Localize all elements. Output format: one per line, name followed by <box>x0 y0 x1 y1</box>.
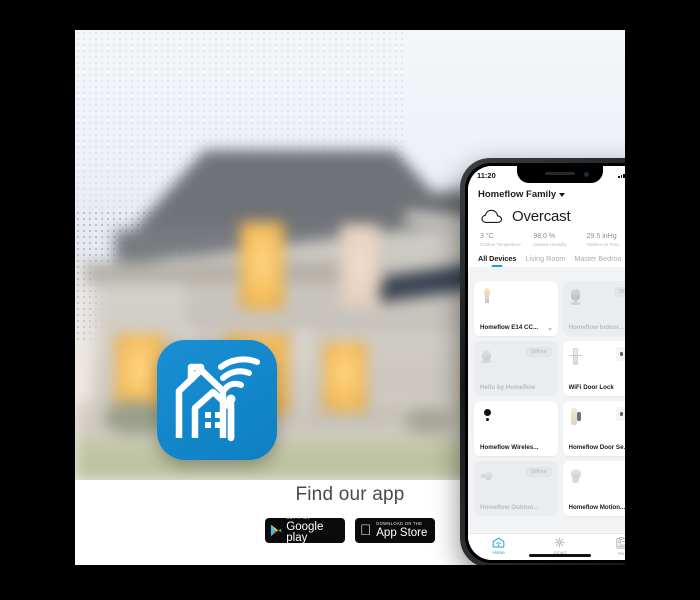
app-store-badge[interactable]:  Download on the App Store <box>355 518 435 543</box>
tab-all-devices[interactable]: All Devices <box>478 254 516 267</box>
front-camera <box>584 171 589 177</box>
device-name: Homeflow Outdoo... <box>480 504 539 511</box>
apple-icon:  <box>360 523 371 538</box>
home-wifi-icon <box>492 537 505 548</box>
google-play-icon <box>270 524 282 537</box>
light-bulb-icon <box>480 287 494 311</box>
tab-living-room[interactable]: Living Room <box>525 254 565 267</box>
nav-item-smart[interactable]: Smart <box>538 537 582 555</box>
stat-outdoor-humidity: 98.0 % Outdoor Humidity <box>533 233 586 247</box>
phone-bezel: 11:20 Homeflow Family + <box>465 163 625 563</box>
stat-outdoor-air-pressure: 29.5 inHg Outdoor Air Pres... <box>587 233 625 247</box>
cloud-icon <box>481 209 503 223</box>
weather-summary[interactable]: Overcast <box>478 208 625 225</box>
weather-condition: Overcast <box>512 208 571 225</box>
nav-item-home[interactable]: Home <box>477 537 521 555</box>
app-header: Homeflow Family + Overcast <box>468 184 625 247</box>
tab-master-bedroom[interactable]: Master Bedroo <box>574 254 621 267</box>
device-card-door-lock[interactable]: 02-27 16:53 WiFi Door Lock <box>562 341 625 396</box>
app-store-small-text: Download on the <box>365 520 422 526</box>
family-selector[interactable]: Homeflow Family <box>478 189 566 200</box>
weather-stats: 3 °C Outdoor Temperature 98.0 % Outdoor … <box>478 233 625 247</box>
device-name: Homeflow Indoor... <box>568 324 624 331</box>
google-play-big-text: Google play <box>286 520 324 545</box>
chevron-down-icon <box>559 192 566 197</box>
family-row: Homeflow Family + <box>478 188 625 201</box>
device-name: WiFi Door Lock <box>568 384 614 391</box>
store-badges: GET IT ON Google play  Download on the … <box>265 515 435 545</box>
stat-label: Outdoor Temperature <box>480 242 521 247</box>
door-lock-icon <box>569 347 583 371</box>
device-grid: Homeflow E14 CC... Offline Homeflow Indo… <box>474 281 625 516</box>
device-card-smart-speaker[interactable]: Offline Hello by Homeflow <box>474 341 558 396</box>
earpiece-speaker <box>545 172 575 175</box>
status-badge: Offline <box>614 287 625 297</box>
last-activity-badge: 02-27 16:53 <box>616 347 625 362</box>
status-badge: Offline <box>525 467 552 477</box>
smart-speaker-icon <box>480 347 494 371</box>
activity-dot-icon <box>620 352 624 357</box>
stat-value: 3 °C <box>480 233 494 240</box>
family-name-label: Homeflow Family <box>478 189 557 200</box>
device-name: Homeflow Wireles... <box>480 444 539 451</box>
google-play-badge[interactable]: GET IT ON Google play <box>265 515 345 545</box>
last-activity-badge: 02-26 10:08 <box>616 407 625 422</box>
door-sensor-icon <box>569 407 583 431</box>
activity-dot-icon <box>620 412 624 417</box>
smart-scene-icon <box>554 537 566 548</box>
phone-screen: 11:20 Homeflow Family + <box>468 166 625 560</box>
chevron-down-icon[interactable] <box>547 328 552 331</box>
device-name: Homeflow Motion... <box>568 504 626 511</box>
app-store-big-text: App Store <box>365 526 427 539</box>
status-bar-time: 11:20 <box>477 170 496 180</box>
stat-label: Outdoor Air Pres... <box>586 242 623 247</box>
promo-card: Find our app GET IT ON Google play  Dow… <box>75 30 625 565</box>
device-card-wireless-button[interactable]: Homeflow Wireles... <box>474 401 558 456</box>
stat-value: 29.5 inHg <box>586 233 617 240</box>
signal-bars-icon <box>618 172 625 178</box>
device-card-indoor-camera[interactable]: Offline Homeflow Indoor... <box>562 281 625 336</box>
device-name: Homeflow E14 CC... <box>480 324 539 331</box>
stat-outdoor-temperature: 3 °C Outdoor Temperature <box>480 233 533 247</box>
house-wifi-icon <box>175 356 260 442</box>
nav-label: Me <box>618 550 625 556</box>
profile-card-icon <box>616 537 625 549</box>
bottom-nav: Home Smart Me <box>468 533 625 560</box>
device-name: Hello by Homeflow <box>480 384 536 391</box>
home-indicator[interactable] <box>529 554 591 557</box>
device-card-motion-sensor[interactable]: Homeflow Motion... <box>562 461 626 516</box>
outdoor-plug-icon <box>480 467 494 491</box>
nav-label: Home <box>492 549 505 555</box>
nav-item-me[interactable]: Me <box>599 537 625 556</box>
device-card-door-sensor[interactable]: 02-26 10:08 Homeflow Door Se... <box>562 401 626 456</box>
indoor-camera-icon <box>569 287 583 311</box>
wireless-button-icon <box>480 407 494 431</box>
device-name: Homeflow Door Se... <box>568 444 626 451</box>
room-tabs: All Devices Living Room Master Bedroo ••… <box>468 247 625 267</box>
device-card-light-bulb[interactable]: Homeflow E14 CC... <box>474 281 558 336</box>
status-badge: Offline <box>525 347 552 357</box>
phone-mockup: 11:20 Homeflow Family + <box>460 158 625 565</box>
find-our-app-heading: Find our app <box>295 484 405 505</box>
google-play-small-text: GET IT ON <box>286 515 310 521</box>
device-grid-scroll[interactable]: Homeflow E14 CC... Offline Homeflow Indo… <box>468 276 625 533</box>
notch <box>517 166 603 183</box>
stat-value: 98.0 % <box>533 233 556 240</box>
device-card-outdoor-plug[interactable]: Offline Homeflow Outdoo... <box>474 461 558 516</box>
motion-sensor-icon <box>569 467 583 491</box>
stat-label: Outdoor Humidity <box>533 242 567 247</box>
homeflow-app-logo <box>157 340 277 460</box>
